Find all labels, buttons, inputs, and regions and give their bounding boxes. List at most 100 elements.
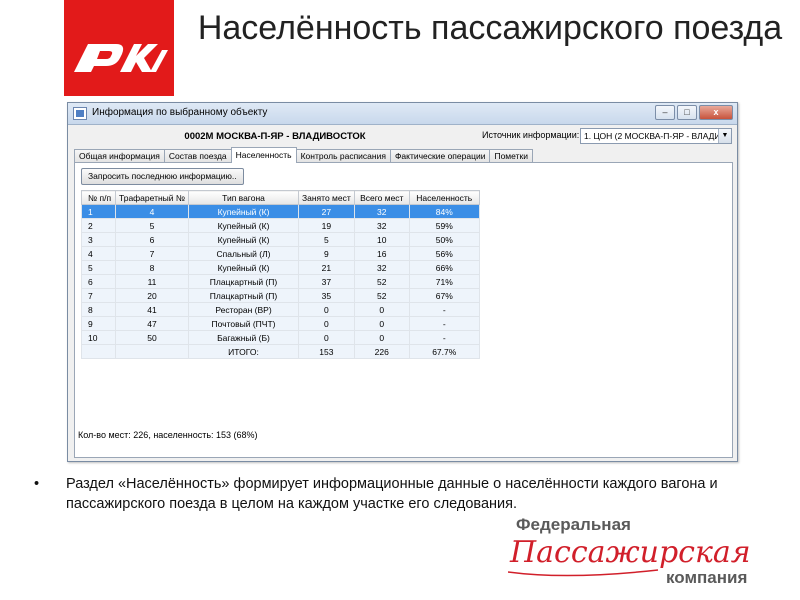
table-cell: 32	[353, 218, 410, 233]
table-cell: 0	[298, 330, 355, 345]
bullet-text: Раздел «Населённость» формирует информац…	[66, 476, 718, 512]
table-cell: 6	[115, 232, 189, 247]
window-titlebar[interactable]: Информация по выбранному объекту – □ x	[68, 103, 737, 125]
table-cell: 0	[353, 330, 410, 345]
table-cell: 3	[81, 232, 116, 247]
table-cell: 19	[298, 218, 355, 233]
table-cell: 8	[115, 260, 189, 275]
table-cell: Плацкартный (П)	[188, 288, 299, 303]
table-cell: 0	[353, 302, 410, 317]
train-header: 0002М МОСКВА-П-ЯР - ВЛАДИВОСТОК	[184, 131, 366, 142]
table-cell: 52	[353, 288, 410, 303]
fpc-logo: Федеральная Пассажирская компания	[507, 510, 792, 590]
table-cell: 7	[115, 246, 189, 261]
tab-actual-operations[interactable]: Фактические операции	[389, 149, 491, 163]
table-cell: Купейный (К)	[188, 260, 299, 275]
maximize-button[interactable]: □	[677, 105, 697, 120]
close-button[interactable]: x	[699, 105, 733, 120]
table-cell: 66%	[408, 260, 480, 275]
table-cell: 41	[115, 302, 189, 317]
table-cell: Почтовый (ПЧТ)	[188, 316, 299, 331]
table-cell: Спальный (Л)	[188, 246, 299, 261]
total-occupancy: 67.7%	[408, 344, 480, 359]
table-cell: 27	[298, 204, 355, 219]
chevron-down-icon[interactable]: ▼	[718, 129, 731, 143]
table-cell: 10	[81, 330, 116, 345]
total-seats: 226	[353, 344, 410, 359]
svg-text:компания: компания	[666, 568, 747, 587]
table-cell: 20	[115, 288, 189, 303]
app-icon	[73, 107, 87, 120]
info-window: Информация по выбранному объекту – □ x 0…	[67, 102, 738, 462]
table-header-row: № п/п Трафаретный № Тип вагона Занято ме…	[81, 190, 480, 205]
window-title: Информация по выбранному объекту	[92, 107, 268, 118]
table-cell: 0	[353, 316, 410, 331]
table-cell: 6	[81, 274, 116, 289]
table-cell: 32	[353, 204, 410, 219]
table-row[interactable]: 3 6 Купейный (К) 5 10 50%	[81, 232, 480, 247]
tab-schedule-control[interactable]: Контроль расписания	[295, 149, 391, 163]
tab-occupancy[interactable]: Населенность	[230, 147, 297, 163]
svg-text:Пассажирская: Пассажирская	[509, 535, 751, 570]
column-header[interactable]: № п/п	[81, 190, 116, 205]
table-cell: -	[408, 302, 480, 317]
total-occupied: 153	[298, 344, 355, 359]
fpc-logo-icon: Федеральная Пассажирская компания	[507, 515, 788, 587]
minimize-button[interactable]: –	[655, 105, 675, 120]
table-row[interactable]: 5 8 Купейный (К) 21 32 66%	[81, 260, 480, 275]
table-cell: 0	[298, 302, 355, 317]
table-row[interactable]: 8 41 Ресторан (ВР) 0 0 -	[81, 302, 480, 317]
table-cell: 5	[115, 218, 189, 233]
svg-text:Федеральная: Федеральная	[516, 515, 631, 534]
column-header[interactable]: Занято мест	[298, 190, 355, 205]
table-row[interactable]: 10 50 Багажный (Б) 0 0 -	[81, 330, 480, 345]
table-cell: 37	[298, 274, 355, 289]
table-cell: 84%	[408, 204, 480, 219]
table-cell: 8	[81, 302, 116, 317]
table-cell: 10	[353, 232, 410, 247]
table-cell: 52	[353, 274, 410, 289]
rzd-logo	[64, 0, 174, 96]
column-header[interactable]: Населенность	[408, 190, 480, 205]
table-cell: 35	[298, 288, 355, 303]
table-cell: 50%	[408, 232, 480, 247]
table-cell: -	[408, 316, 480, 331]
table-cell: 5	[298, 232, 355, 247]
table-row[interactable]: 1 4 Купейный (К) 27 32 84%	[81, 204, 480, 219]
table-cell: 16	[353, 246, 410, 261]
table-cell: 32	[353, 260, 410, 275]
source-label: Источник информации:	[482, 130, 580, 140]
table-cell: Багажный (Б)	[188, 330, 299, 345]
table-cell: 47	[115, 316, 189, 331]
table-cell: Плацкартный (П)	[188, 274, 299, 289]
bullet-marker: •	[34, 476, 40, 492]
column-header[interactable]: Трафаретный №	[115, 190, 189, 205]
slide-title: Населённость пассажирского поезда	[197, 9, 783, 47]
table-cell: Купейный (К)	[188, 204, 299, 219]
table-cell: 59%	[408, 218, 480, 233]
table-row[interactable]: 7 20 Плацкартный (П) 35 52 67%	[81, 288, 480, 303]
table-cell: 56%	[408, 246, 480, 261]
status-bar: Кол-во мест: 226, населенность: 153 (68%…	[78, 430, 258, 440]
table-cell: 9	[81, 316, 116, 331]
column-header[interactable]: Тип вагона	[188, 190, 299, 205]
table-cell: Купейный (К)	[188, 218, 299, 233]
table-cell: 50	[115, 330, 189, 345]
table-row[interactable]: 2 5 Купейный (К) 19 32 59%	[81, 218, 480, 233]
table-cell: 67%	[408, 288, 480, 303]
table-total-row: ИТОГО: 153 226 67.7%	[81, 344, 480, 359]
table-cell: 4	[115, 204, 189, 219]
source-select[interactable]: 1. ЦОН (2 МОСКВА-П-ЯР - ВЛАДИВОСТОК) ▼	[580, 128, 732, 144]
request-latest-info-button[interactable]: Запросить последнюю информацию..	[81, 168, 244, 185]
total-label: ИТОГО:	[188, 344, 299, 359]
table-row[interactable]: 6 11 Плацкартный (П) 37 52 71%	[81, 274, 480, 289]
tab-general-info[interactable]: Общая информация	[74, 149, 165, 163]
table-row[interactable]: 9 47 Почтовый (ПЧТ) 0 0 -	[81, 316, 480, 331]
occupancy-panel: Запросить последнюю информацию.. № п/п Т…	[74, 162, 733, 458]
table-cell: 2	[81, 218, 116, 233]
table-row[interactable]: 4 7 Спальный (Л) 9 16 56%	[81, 246, 480, 261]
tab-notes[interactable]: Пометки	[489, 149, 533, 163]
tab-train-composition[interactable]: Состав поезда	[163, 149, 232, 163]
table-cell: 7	[81, 288, 116, 303]
column-header[interactable]: Всего мест	[353, 190, 410, 205]
